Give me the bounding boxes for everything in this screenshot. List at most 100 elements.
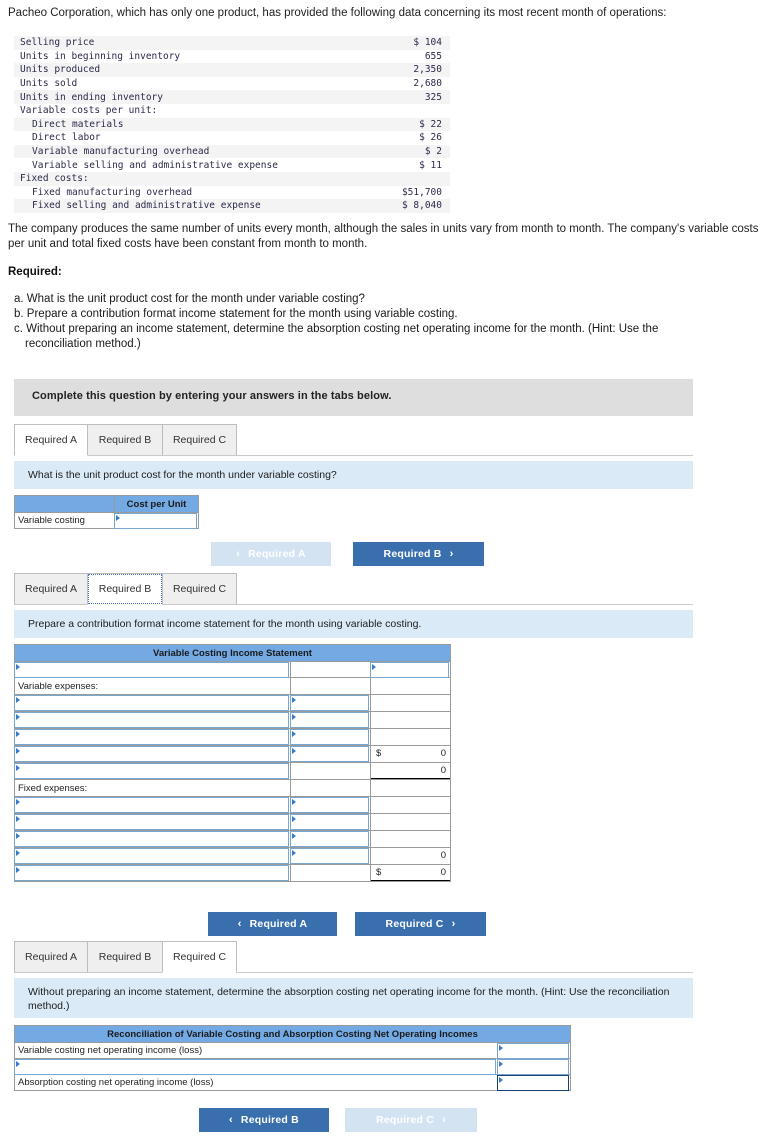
input-line-label[interactable] <box>14 763 289 779</box>
income-statement-mid-input-cell[interactable] <box>290 796 371 814</box>
input-line-amount[interactable] <box>290 729 369 745</box>
income-statement-label: Fixed expenses: <box>14 779 291 797</box>
input-line-label[interactable] <box>14 661 289 678</box>
input-line-amount[interactable] <box>290 712 369 728</box>
income-statement-label-input-cell[interactable] <box>14 661 291 678</box>
income-statement-label-input-cell[interactable] <box>14 728 291 746</box>
tab-required-c-b[interactable]: Required C <box>162 573 237 605</box>
table-row <box>14 796 451 814</box>
chevron-right-icon: › <box>442 1114 446 1126</box>
income-statement-label-input-cell[interactable] <box>14 745 291 763</box>
chevron-left-icon: ‹ <box>237 918 242 930</box>
input-line-amount[interactable] <box>290 746 369 762</box>
input-line-label[interactable] <box>14 729 289 745</box>
income-statement-mid-input-cell[interactable] <box>290 711 371 729</box>
required-item-marker: b. <box>14 308 27 320</box>
chevron-left-icon: ‹ <box>236 548 241 560</box>
data-row-value: $ 22 <box>340 117 450 132</box>
input-line-label[interactable] <box>14 746 289 762</box>
data-row-label: Direct materials <box>14 117 340 132</box>
table-row: 0 <box>14 847 451 865</box>
computed-total: $0 <box>371 746 450 762</box>
income-statement-mid-input-cell[interactable] <box>290 745 371 763</box>
table-row <box>14 694 451 712</box>
income-statement-mid-input-cell[interactable] <box>290 728 371 746</box>
next-button-required-c[interactable]: Required C › <box>355 912 486 936</box>
input-line-amount[interactable] <box>290 797 369 813</box>
income-statement-mid-input-cell[interactable] <box>290 847 371 865</box>
reconciliation-table: Reconciliation of Variable Costing and A… <box>14 1025 571 1091</box>
reconciliation-label-input-cell[interactable] <box>14 1058 498 1075</box>
income-statement-mid-input-cell[interactable] <box>290 830 371 848</box>
question-bar-c: Without preparing an income statement, d… <box>14 978 693 1018</box>
table-row: Direct labor $ 26 <box>14 131 450 145</box>
table-row: Fixed costs: <box>14 171 450 186</box>
income-statement-label-input-cell[interactable] <box>14 762 291 780</box>
input-line-label[interactable] <box>14 814 289 830</box>
income-statement-label-input-cell[interactable] <box>14 813 291 831</box>
input-reconciliation-amount[interactable] <box>497 1042 569 1059</box>
income-statement-label-input-cell[interactable] <box>14 864 291 882</box>
tab-required-a-a[interactable]: Required A <box>14 424 88 456</box>
reconciliation-value-cell[interactable] <box>497 1074 571 1091</box>
income-statement-label-input-cell[interactable] <box>14 847 291 865</box>
table-row: Absorption costing net operating income … <box>14 1074 571 1091</box>
next-button-label: Required C <box>385 918 444 930</box>
income-statement-total-cell: 0 <box>370 847 451 865</box>
required-item-text: What is the unit product cost for the mo… <box>26 293 365 305</box>
tab-required-c-c[interactable]: Required C <box>162 941 237 973</box>
income-statement-total-input-cell[interactable] <box>370 661 451 678</box>
input-line-amount[interactable] <box>290 695 369 711</box>
data-row-label: Units in ending inventory <box>14 90 340 104</box>
income-statement-label-input-cell[interactable] <box>14 830 291 848</box>
input-reconciliation-label[interactable] <box>14 1058 496 1075</box>
income-statement-mid-blank <box>290 677 371 695</box>
tabstrip-rule-c <box>14 972 693 973</box>
income-statement-mid-input-cell[interactable] <box>290 694 371 712</box>
input-line-amount[interactable] <box>290 831 369 847</box>
tab-required-c-a[interactable]: Required C <box>162 424 237 456</box>
input-reconciliation-amount[interactable] <box>497 1074 569 1091</box>
table-row <box>14 1058 571 1075</box>
input-line-label[interactable] <box>14 712 289 728</box>
total-value: 0 <box>440 867 446 878</box>
input-line-label[interactable] <box>14 865 289 881</box>
income-statement-mid-blank <box>290 762 371 780</box>
income-statement-total-cell <box>370 813 451 831</box>
income-statement-total-cell <box>370 694 451 712</box>
tab-required-b-b[interactable]: Required B <box>87 573 163 605</box>
next-button-required-b[interactable]: Required B › <box>353 542 484 566</box>
currency-symbol: $ <box>376 867 382 878</box>
question-bar-a: What is the unit product cost for the mo… <box>14 461 693 489</box>
input-line-amount[interactable] <box>290 848 369 864</box>
input-line-amount[interactable] <box>290 814 369 830</box>
input-reconciliation-amount[interactable] <box>497 1058 569 1075</box>
header-cost-per-unit: Cost per Unit <box>114 495 199 513</box>
income-statement-mid-input-cell[interactable] <box>290 813 371 831</box>
income-statement-label-input-cell[interactable] <box>14 694 291 712</box>
income-statement-label-input-cell[interactable] <box>14 711 291 729</box>
tab-required-b-a[interactable]: Required B <box>87 424 163 456</box>
prev-button-required-a-2[interactable]: ‹ Required A <box>208 912 337 936</box>
computed-total <box>371 678 450 694</box>
table-row: Reconciliation of Variable Costing and A… <box>14 1025 571 1043</box>
input-line-label[interactable] <box>14 797 289 813</box>
cell-variable-costing-cost[interactable] <box>114 512 199 529</box>
tab-required-b-c[interactable]: Required B <box>87 941 163 973</box>
input-variable-costing-cost[interactable] <box>114 512 197 529</box>
table-row <box>14 661 451 678</box>
total-value: 0 <box>440 850 446 861</box>
input-line-label[interactable] <box>14 831 289 847</box>
reconciliation-value-cell[interactable] <box>497 1042 571 1059</box>
table-row: Units produced 2,350 <box>14 63 450 77</box>
required-list: a. What is the unit product cost for the… <box>14 292 754 352</box>
input-line-label[interactable] <box>14 848 289 864</box>
input-line-total[interactable] <box>370 661 449 678</box>
input-line-label[interactable] <box>14 695 289 711</box>
reconciliation-value-cell[interactable] <box>497 1058 571 1075</box>
income-statement-label-input-cell[interactable] <box>14 796 291 814</box>
tab-required-a-c[interactable]: Required A <box>14 941 88 973</box>
prev-button-required-b[interactable]: ‹ Required B <box>199 1108 329 1132</box>
tab-required-a-b[interactable]: Required A <box>14 573 88 605</box>
intro-paragraph: Pacheo Corporation, which has only one p… <box>8 7 667 19</box>
